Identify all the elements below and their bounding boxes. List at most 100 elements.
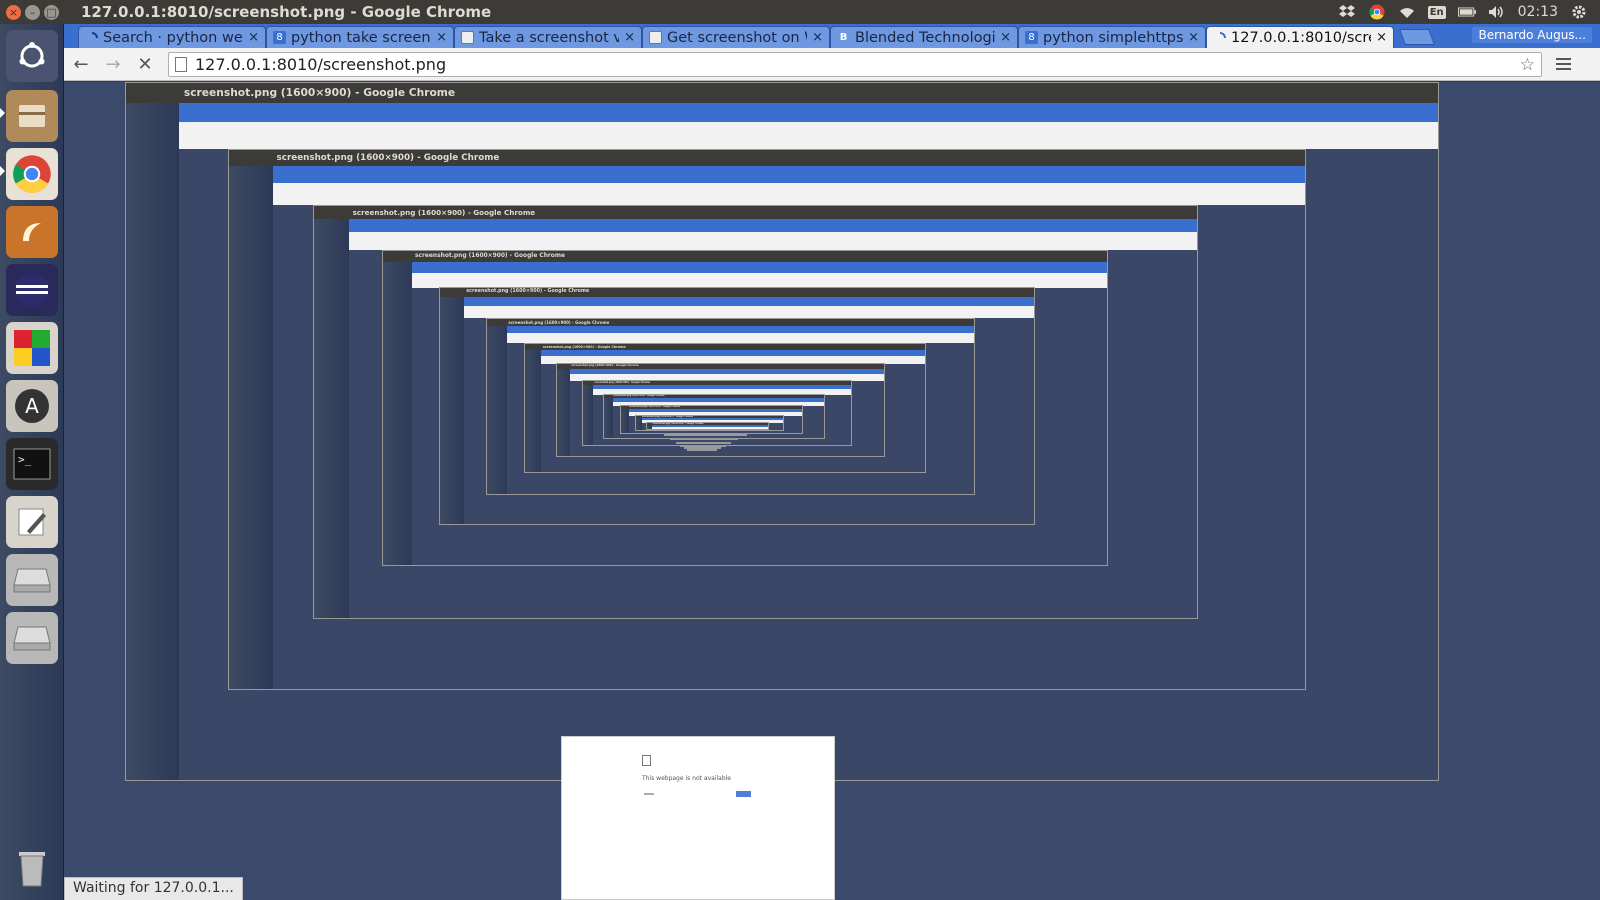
window-buttons: × – □: [0, 4, 59, 20]
nested-window-frame: screenshot.png (1600×900) - Google Chrom…: [670, 438, 739, 441]
bt-icon: B: [839, 32, 848, 43]
tab-close-icon[interactable]: ×: [812, 30, 823, 45]
nested-window-title: screenshot.png (1600×900) - Google Chrom…: [486, 318, 975, 326]
eclipse-icon[interactable]: [6, 264, 58, 316]
tab-blended-technologies[interactable]: B Blended Technologi ×: [830, 26, 1018, 48]
nested-launcher: [383, 261, 413, 565]
tab-label: Take a screenshot vi: [479, 29, 620, 46]
system-indicators: En 02:13: [1338, 0, 1588, 24]
nested-launcher: [486, 325, 507, 495]
nested-tab-strip: [412, 261, 1108, 273]
nested-launcher: [440, 297, 465, 525]
window-maximize-button[interactable]: □: [44, 4, 59, 20]
nested-launcher: [229, 166, 273, 689]
details-link[interactable]: [644, 793, 654, 795]
terminal-icon[interactable]: >_: [6, 438, 58, 490]
tab-close-icon[interactable]: ×: [624, 30, 635, 45]
running-indicator: [0, 166, 5, 176]
nested-toolbar: [272, 182, 1306, 205]
window-minimize-button[interactable]: –: [25, 4, 40, 20]
volume-icon[interactable]: [1488, 4, 1506, 20]
chrome-menu-button[interactable]: [1556, 58, 1571, 70]
nested-launcher: [647, 425, 653, 429]
browser-toolbar: ← → ✕ 127.0.0.1:8010/screenshot.png ☆: [64, 48, 1600, 81]
tab-python-simplehttps[interactable]: 8 python simplehttps ×: [1018, 26, 1206, 48]
page-icon: [175, 56, 187, 72]
tab-close-icon[interactable]: ×: [1188, 30, 1199, 45]
tab-label: Get screenshot on W: [667, 29, 808, 46]
nested-tab-strip: [272, 166, 1306, 183]
tab-search-python[interactable]: Search · python web ×: [78, 26, 266, 48]
nested-toolbar: [464, 305, 1035, 319]
nested-launcher: [313, 218, 350, 619]
settings-gear-icon[interactable]: [1570, 4, 1588, 20]
status-bubble: Waiting for 127.0.0.1...: [64, 877, 243, 900]
multicolor-app-icon[interactable]: [6, 322, 58, 374]
wifi-icon[interactable]: [1398, 4, 1416, 20]
tab-close-icon[interactable]: ×: [248, 30, 259, 45]
forward-button[interactable]: →: [98, 50, 128, 78]
nested-window-title: screenshot.png (1600×900) - Google Chrom…: [688, 449, 717, 451]
files-icon[interactable]: [6, 90, 58, 142]
window-close-button[interactable]: ×: [6, 4, 21, 20]
tab-python-take-screenshot[interactable]: 8 python take screens ×: [266, 26, 454, 48]
trash-icon[interactable]: [6, 842, 58, 894]
page-icon: [461, 31, 474, 44]
address-bar[interactable]: 127.0.0.1:8010/screenshot.png ☆: [168, 51, 1542, 77]
nested-window-title: screenshot.png (1600×900) - Google Chrom…: [313, 205, 1197, 219]
tab-localhost-screenshot[interactable]: 127.0.0.1:8010/scree ×: [1206, 26, 1394, 48]
page-content: screenshot.png (1600×900) - Google Chrom…: [64, 82, 1600, 900]
svg-text:>_: >_: [18, 453, 32, 466]
keyboard-layout-indicator[interactable]: En: [1427, 5, 1446, 19]
drive-icon[interactable]: [6, 554, 58, 606]
nested-window-title: screenshot.png (1600×900) - Google Chrom…: [440, 288, 1035, 298]
google-icon: 8: [1025, 31, 1038, 44]
nested-launcher: [525, 349, 542, 473]
nested-launcher: [582, 385, 594, 446]
top-panel: × – □ 127.0.0.1:8010/screenshot.png - Go…: [0, 0, 1600, 24]
window-title: 127.0.0.1:8010/screenshot.png - Google C…: [81, 3, 492, 21]
stop-button[interactable]: ✕: [130, 50, 160, 78]
nested-tab-strip: [349, 218, 1197, 233]
blank-error-page: This webpage is not available: [561, 736, 835, 900]
svg-text:A: A: [25, 394, 39, 418]
tab-label: Search · python web: [103, 29, 244, 46]
bookmark-star-icon[interactable]: ☆: [1520, 55, 1535, 75]
reload-button[interactable]: [736, 791, 751, 797]
chrome-indicator-icon[interactable]: [1368, 4, 1386, 20]
dropbox-icon[interactable]: [1338, 4, 1356, 20]
nested-toolbar: [178, 122, 1438, 150]
tab-label: python take screens: [291, 29, 432, 46]
unity-launcher: A >_: [0, 24, 64, 900]
drive-icon[interactable]: [6, 612, 58, 664]
new-tab-button[interactable]: [1399, 29, 1435, 45]
nested-tab-strip: [464, 297, 1035, 306]
tab-get-screenshot[interactable]: Get screenshot on W ×: [642, 26, 830, 48]
nested-window-title: screenshot.png (1600×900) - Google Chrom…: [665, 435, 746, 436]
nested-launcher: [126, 102, 179, 781]
url-text[interactable]: 127.0.0.1:8010/screenshot.png: [195, 55, 446, 74]
clock[interactable]: 02:13: [1518, 4, 1558, 20]
tab-label: 127.0.0.1:8010/scree: [1231, 29, 1372, 46]
nested-window-frame: screenshot.png (1600×900) - Google Chrom…: [675, 441, 732, 444]
back-button[interactable]: ←: [66, 50, 96, 78]
nested-toolbar: [412, 272, 1108, 288]
nested-tab-strip: [506, 325, 975, 334]
dash-home-icon[interactable]: [6, 30, 58, 82]
profile-button[interactable]: Bernardo Augus...: [1472, 27, 1592, 43]
software-center-icon[interactable]: A: [6, 380, 58, 432]
nested-launcher: [603, 398, 613, 438]
nested-window-title: screenshot.png (1600×900) - Google Chrom…: [671, 439, 737, 440]
nested-launcher: [621, 409, 629, 433]
tab-take-screenshot[interactable]: Take a screenshot vi ×: [454, 26, 642, 48]
nested-window-title: screenshot.png (1600×900) - Google Chrom…: [677, 443, 731, 444]
text-editor-icon[interactable]: [6, 496, 58, 548]
tab-close-icon[interactable]: ×: [1000, 30, 1011, 45]
tab-strip: Search · python web × 8 python take scre…: [64, 24, 1600, 48]
tab-close-icon[interactable]: ×: [436, 30, 447, 45]
chrome-icon[interactable]: [6, 148, 58, 200]
battery-icon[interactable]: [1457, 4, 1476, 20]
tab-close-icon[interactable]: ×: [1376, 30, 1387, 45]
sublime-text-icon[interactable]: [6, 206, 58, 258]
nested-window-title: screenshot.png (1600×900) - Google Chrom…: [657, 430, 756, 431]
